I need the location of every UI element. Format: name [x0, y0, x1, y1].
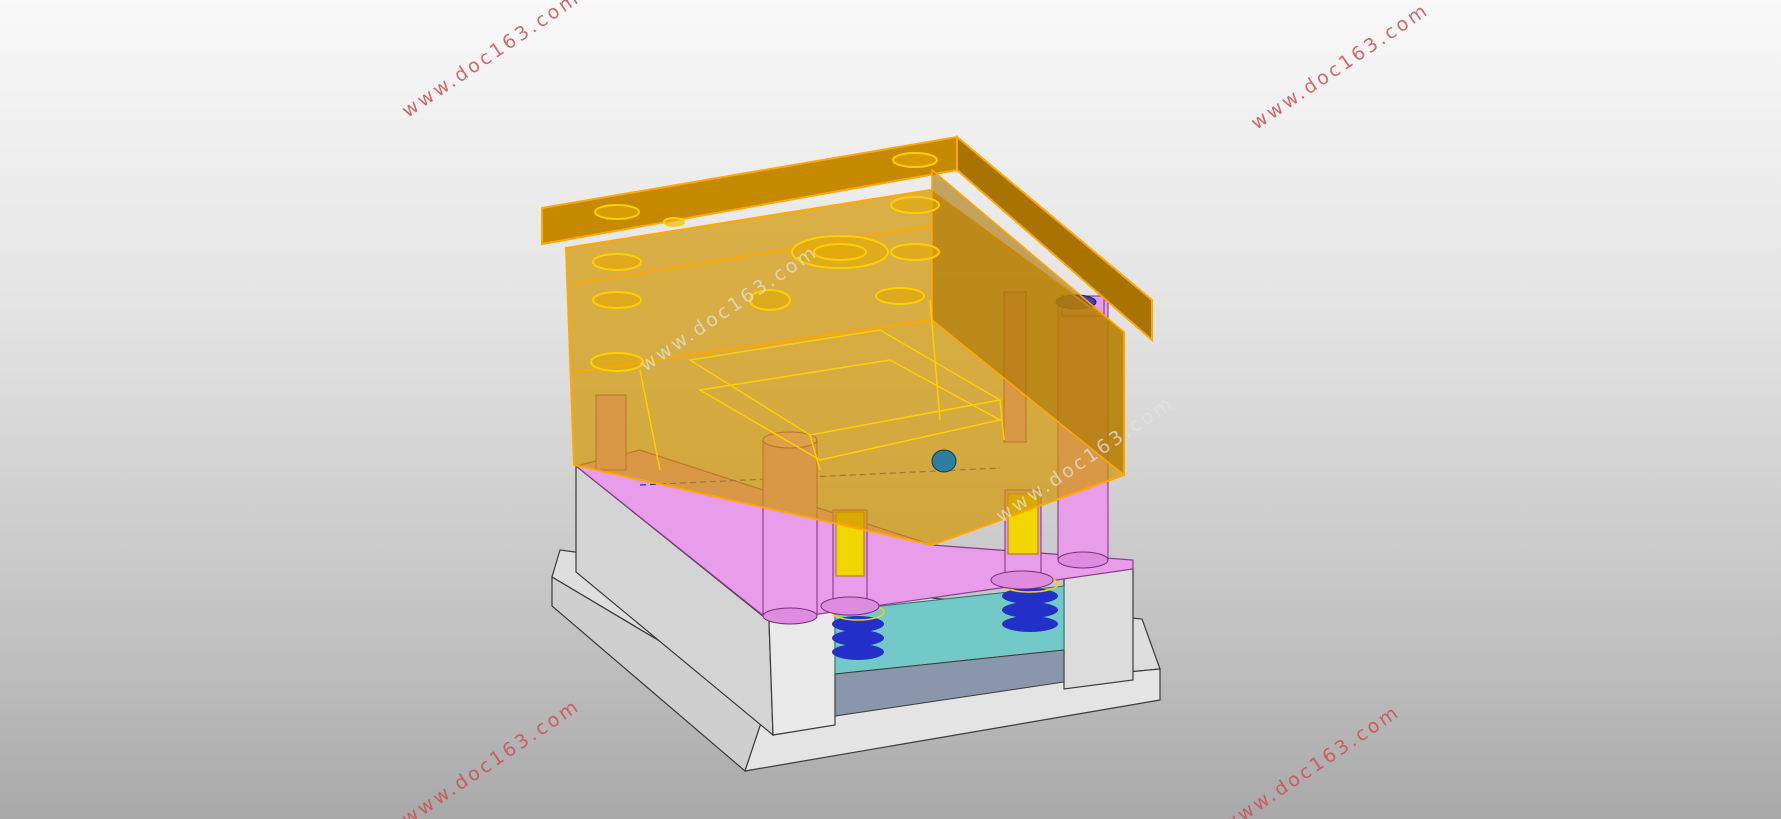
mold-block-right-face: [1063, 560, 1134, 690]
support-pillar-left: [768, 610, 836, 736]
locating-ring: [931, 449, 957, 473]
mold-assembly-model[interactable]: [0, 0, 1781, 819]
3d-model-viewport[interactable]: www.doc163.com www.doc163.com www.doc163…: [0, 0, 1781, 819]
